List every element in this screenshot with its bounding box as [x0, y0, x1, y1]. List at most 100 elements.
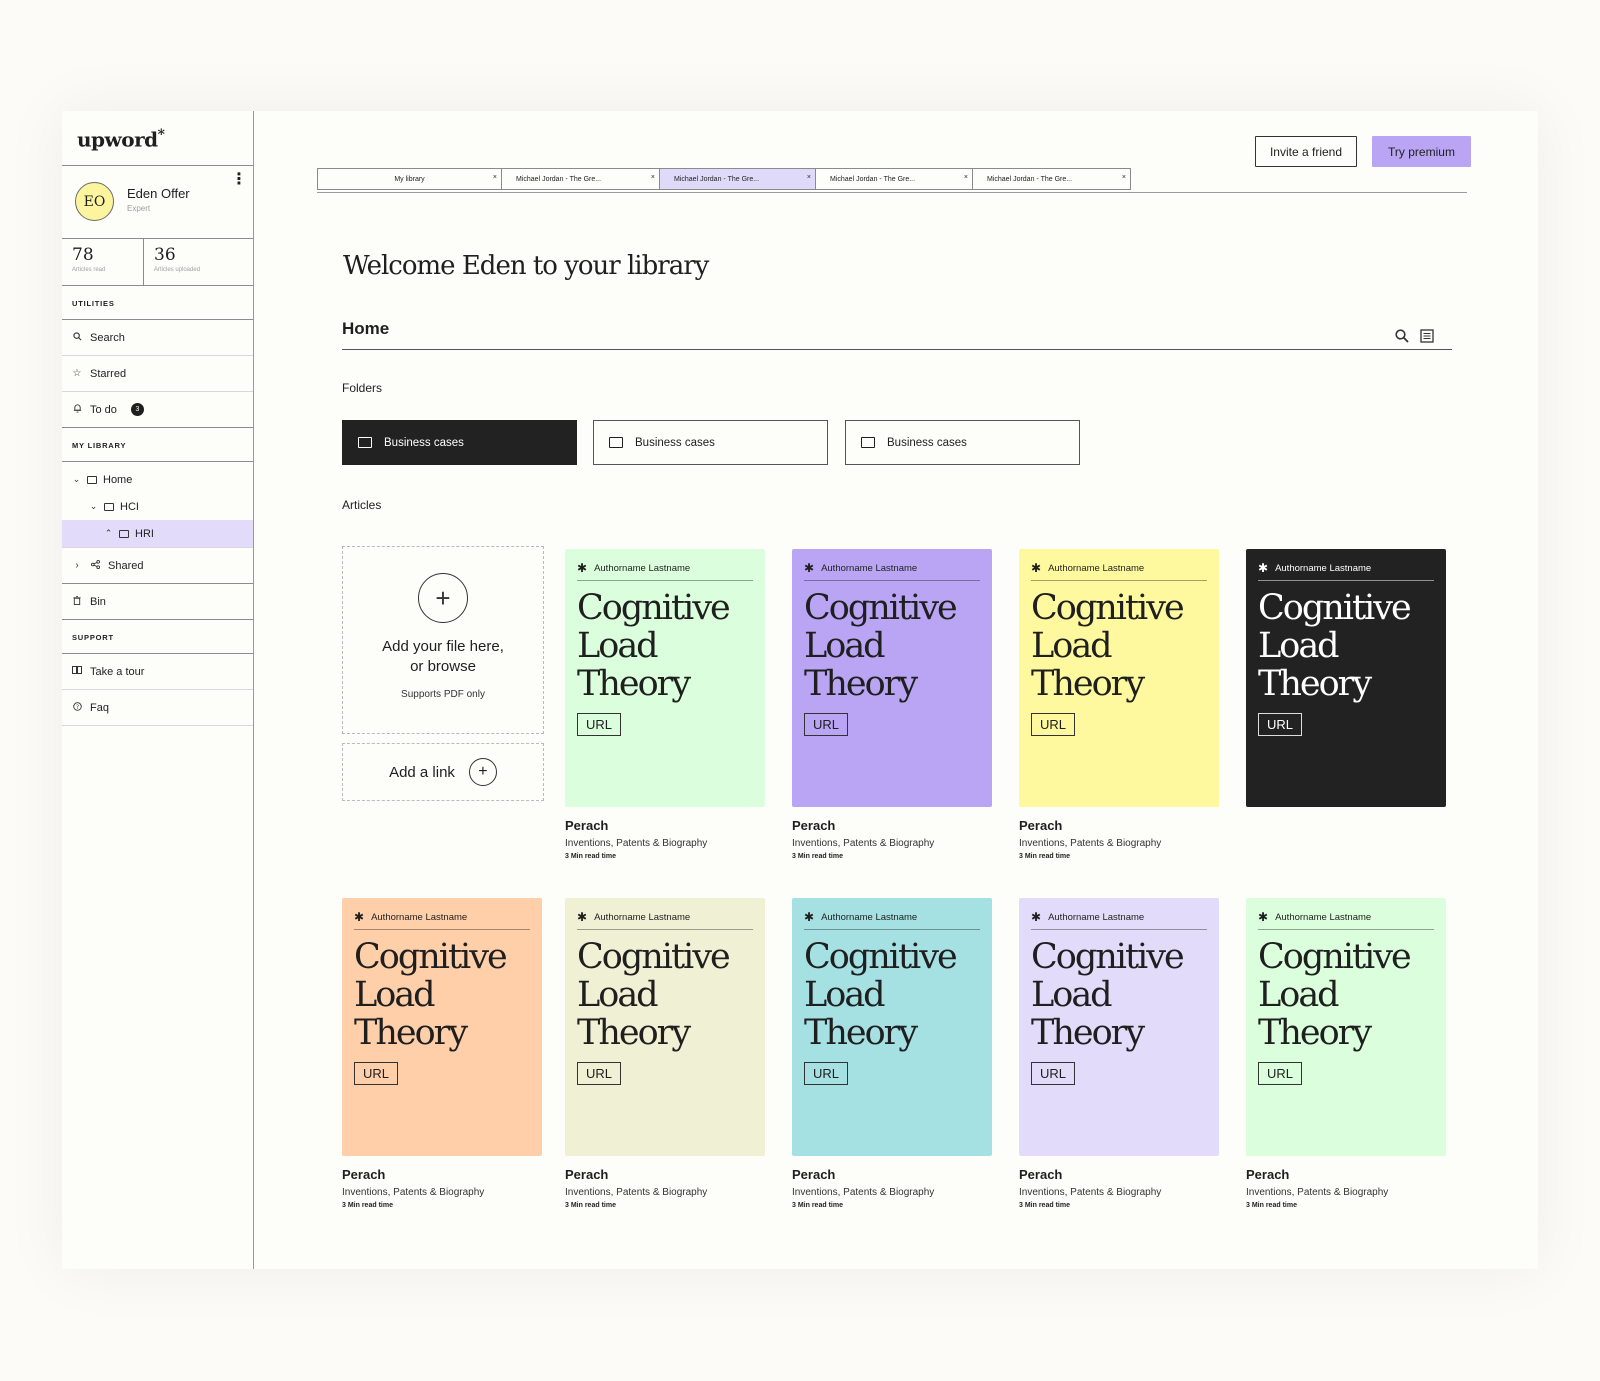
article-card[interactable]: ✱ Authorname Lastname Cognitive Load Theor…: [565, 898, 765, 1209]
article-author: ✱ Authorname Lastname: [577, 910, 753, 930]
article-cover-title: Cognitive Load Theory: [577, 937, 731, 1053]
folder-card[interactable]: Business cases: [593, 420, 828, 465]
article-cover[interactable]: ✱ Authorname Lastname Cognitive Load Theor…: [565, 898, 765, 1156]
close-icon[interactable]: ×: [1122, 174, 1126, 181]
section-title-home: Home: [342, 319, 390, 338]
sidebar-item-shared[interactable]: › Shared: [62, 548, 253, 584]
sidebar: upword* EO Eden Offer Expert ⋮ 78 Articl…: [62, 111, 254, 1269]
article-title[interactable]: Perach: [1019, 818, 1219, 833]
article-read-time: 3 Min read time: [1246, 1202, 1297, 1209]
sidebar-item-faq[interactable]: ? Faq: [62, 690, 253, 726]
close-icon[interactable]: ×: [651, 174, 655, 181]
sidebar-item-tour[interactable]: Take a tour: [62, 654, 253, 690]
tab-document[interactable]: Michael Jordan - The Gre... ×: [815, 168, 973, 190]
plus-icon[interactable]: +: [418, 573, 468, 623]
article-cover[interactable]: ✱ Authorname Lastname Cognitive Load Theor…: [1246, 898, 1446, 1156]
article-title[interactable]: Perach: [792, 1167, 992, 1182]
tab-label: Michael Jordan - The Gre...: [830, 175, 916, 183]
avatar[interactable]: EO: [75, 182, 114, 221]
article-card[interactable]: ✱ Authorname Lastname Cognitive Load Theor…: [1019, 898, 1219, 1209]
article-cover[interactable]: ✱ Authorname Lastname Cognitive Load Theor…: [342, 898, 542, 1156]
author-name: Authorname Lastname: [594, 911, 691, 923]
app-window: upword* EO Eden Offer Expert ⋮ 78 Articl…: [62, 111, 1538, 1269]
folder-icon: [87, 475, 97, 484]
search-icon[interactable]: [1395, 329, 1409, 343]
profile-stats: 78 Articles read 36 Articles uploaded: [62, 239, 253, 286]
article-card[interactable]: ✱ Authorname Lastname Cognitive Load Theor…: [565, 549, 765, 860]
sidebar-item-search[interactable]: Search: [62, 320, 253, 356]
close-icon[interactable]: ×: [964, 174, 968, 181]
article-title[interactable]: Perach: [565, 1167, 765, 1182]
article-cover-title: Cognitive Load Theory: [1258, 937, 1412, 1053]
article-author: ✱ Authorname Lastname: [1258, 910, 1434, 930]
folder-label: Business cases: [635, 436, 715, 449]
folders-label: Folders: [342, 381, 383, 395]
tab-document[interactable]: Michael Jordan - The Gre... ×: [501, 168, 660, 190]
article-read-time: 3 Min read time: [342, 1202, 393, 1209]
article-cover-title: Cognitive Load Theory: [804, 937, 958, 1053]
folder-icon: [104, 502, 114, 511]
try-premium-button[interactable]: Try premium: [1372, 136, 1471, 167]
sidebar-item-bin[interactable]: Bin: [62, 584, 253, 620]
articles-label: Articles: [342, 498, 382, 512]
article-card[interactable]: ✱ Authorname Lastname Cognitive Load Theor…: [1246, 898, 1446, 1209]
article-title[interactable]: Perach: [1246, 1167, 1446, 1182]
sidebar-item-label: Starred: [90, 367, 127, 380]
sidebar-item-starred[interactable]: ☆ Starred: [62, 356, 253, 392]
author-name: Authorname Lastname: [371, 911, 468, 923]
article-card[interactable]: ✱ Authorname Lastname Cognitive Load Theor…: [792, 549, 992, 860]
logo[interactable]: upword*: [77, 127, 165, 152]
article-card[interactable]: ✱ Authorname Lastname Cognitive Load Theor…: [1246, 549, 1446, 807]
tab-document-active[interactable]: Michael Jordan - The Gre... ×: [659, 168, 816, 190]
article-cover[interactable]: ✱ Authorname Lastname Cognitive Load Theor…: [792, 898, 992, 1156]
add-link-label: Add a link: [389, 763, 455, 781]
chevron-down-icon[interactable]: ⌄: [72, 474, 81, 485]
article-cover[interactable]: ✱ Authorname Lastname Cognitive Load Theor…: [1246, 549, 1446, 807]
tree-item-hri[interactable]: ⌃ HRI: [62, 520, 253, 547]
chevron-down-icon[interactable]: ⌄: [89, 501, 98, 512]
folder-card[interactable]: Business cases: [845, 420, 1080, 465]
asterisk-icon: ✱: [1031, 910, 1042, 924]
url-tag: URL: [577, 713, 622, 736]
tree-item-hci[interactable]: ⌄ HCI: [62, 493, 253, 520]
article-title[interactable]: Perach: [565, 818, 765, 833]
chevron-up-icon[interactable]: ⌃: [104, 528, 113, 539]
asterisk-icon: ✱: [354, 910, 365, 924]
article-cover[interactable]: ✱ Authorname Lastname Cognitive Load Theor…: [1019, 898, 1219, 1156]
tree-item-home[interactable]: ⌄ Home: [62, 466, 253, 493]
close-icon[interactable]: ×: [807, 174, 811, 181]
url-tag: URL: [1258, 1062, 1303, 1085]
author-name: Authorname Lastname: [1048, 562, 1145, 574]
stat-articles-read: 78 Articles read: [62, 239, 144, 285]
asterisk-icon: ✱: [1258, 561, 1269, 575]
library-tree: ⌄ Home ⌄ HCI ⌃ HRI: [62, 462, 253, 548]
more-options-icon[interactable]: ⋮: [231, 172, 247, 188]
tab-document[interactable]: Michael Jordan - The Gre... ×: [972, 168, 1131, 190]
article-title[interactable]: Perach: [1019, 1167, 1219, 1182]
folder-card[interactable]: Business cases: [342, 420, 577, 465]
url-tag: URL: [1031, 713, 1076, 736]
invite-friend-button[interactable]: Invite a friend: [1255, 136, 1357, 167]
article-cover-title: Cognitive Load Theory: [577, 588, 731, 704]
article-title[interactable]: Perach: [792, 818, 992, 833]
article-cover[interactable]: ✱ Authorname Lastname Cognitive Load Theor…: [1019, 549, 1219, 807]
article-title[interactable]: Perach: [342, 1167, 542, 1182]
sidebar-item-todo[interactable]: To do 3: [62, 392, 253, 428]
article-author: ✱ Authorname Lastname: [354, 910, 530, 930]
article-card[interactable]: ✱ Authorname Lastname Cognitive Load Theor…: [792, 898, 992, 1209]
article-card[interactable]: ✱ Authorname Lastname Cognitive Load Theor…: [1019, 549, 1219, 860]
sidebar-item-label: Shared: [108, 559, 144, 572]
logo-mark: *: [157, 127, 165, 143]
article-card[interactable]: ✱ Authorname Lastname Cognitive Load Theor…: [342, 898, 542, 1209]
folder-icon: [609, 437, 623, 448]
close-icon[interactable]: ×: [493, 174, 497, 181]
list-view-icon[interactable]: [1420, 329, 1434, 343]
article-cover[interactable]: ✱ Authorname Lastname Cognitive Load Theor…: [565, 549, 765, 807]
asterisk-icon: ✱: [804, 910, 815, 924]
add-link-button[interactable]: Add a link +: [342, 743, 544, 801]
bell-icon: [72, 403, 82, 416]
tab-my-library[interactable]: My library ×: [317, 168, 502, 190]
upload-dropzone[interactable]: + Add your file here, or browse Supports…: [342, 546, 544, 734]
article-cover[interactable]: ✱ Authorname Lastname Cognitive Load Theor…: [792, 549, 992, 807]
section-header-library: MY LIBRARY: [62, 428, 253, 462]
